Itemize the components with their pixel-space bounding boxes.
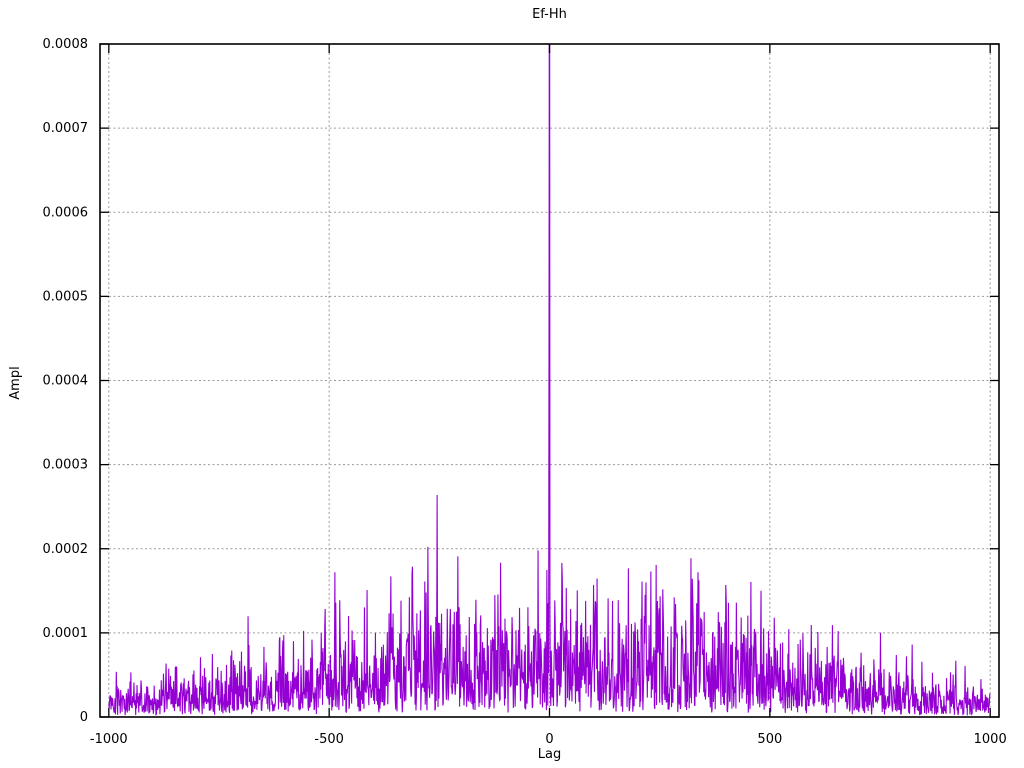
plot-window: Ef-Hh Ampl Lag -1000 -500 0 500 1000 0 0.0001 0… [0, 0, 1024, 768]
y-tick-label: 0.0001 [43, 626, 89, 641]
x-tick-label: 500 [757, 732, 782, 747]
y-tick-label: 0.0007 [43, 121, 89, 136]
x-tick-label: -500 [314, 732, 344, 747]
y-tick-label: 0.0004 [43, 374, 89, 389]
y-tick-label: 0 [80, 710, 88, 725]
x-tick-label: 0 [545, 732, 553, 747]
y-tick-label: 0.0002 [43, 542, 89, 557]
y-tick-label: 0.0005 [43, 289, 89, 304]
x-tick-label: -1000 [90, 732, 128, 747]
plot-canvas: -1000 -500 0 500 1000 0 0.0001 0.0002 0.0003 0.00… [43, 37, 1007, 747]
y-tick-label: 0.0006 [43, 205, 89, 220]
y-tick-label: 0.0003 [43, 458, 89, 473]
y-tick-label: 0.0008 [43, 37, 89, 52]
correlation-series-line [108, 44, 991, 716]
x-tick-label: 1000 [974, 732, 1007, 747]
